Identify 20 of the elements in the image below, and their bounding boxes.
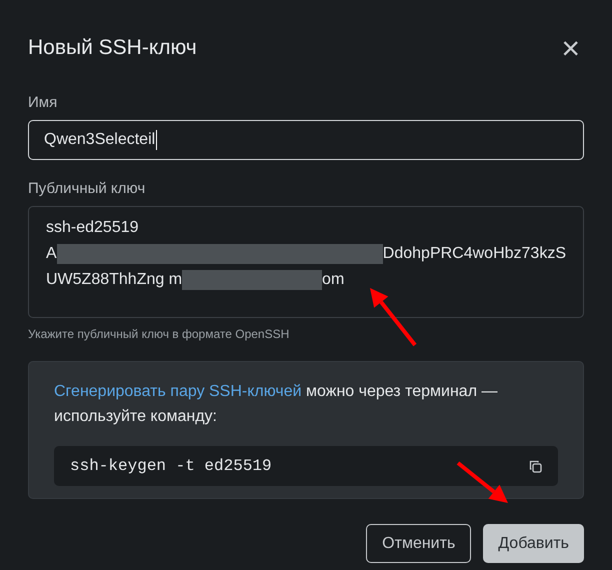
add-button[interactable]: Добавить [483,524,584,563]
name-input-field[interactable]: Qwen3Selecteil [28,120,584,160]
info-text: Сгенерировать пару SSH-ключей можно через терминал — используйте команду: [54,382,498,427]
dialog-title: Новый SSH-ключ [28,35,197,62]
annotation-arrow [456,461,508,503]
close-button[interactable]: × [561,32,580,64]
annotation-arrow [370,288,417,346]
copy-icon[interactable] [529,460,542,472]
key-text: UW5Z88ThhZng m [46,270,182,290]
key-text: A [46,244,57,264]
key-text: ssh-ed25519 [46,218,139,238]
command-text: ssh-keygen -t ed25519 [70,456,272,477]
generate-link[interactable]: Сгенерировать пару SSH-ключей [54,383,302,400]
hint-text: Укажите публичный ключ в формате OpenSSH [28,326,290,343]
field-label: Имя [28,94,58,112]
public-key-textarea[interactable]: ssh-ed25519 A DdohpPRC4woHbz73kzS UW5Z88ThhZng m om [28,206,584,318]
key-text: om [322,270,344,290]
field-label: Публичный ключ [28,180,146,198]
key-text: DdohpPRC4woHbz73kzS [382,244,566,264]
cancel-button[interactable]: Отменить [366,524,472,563]
